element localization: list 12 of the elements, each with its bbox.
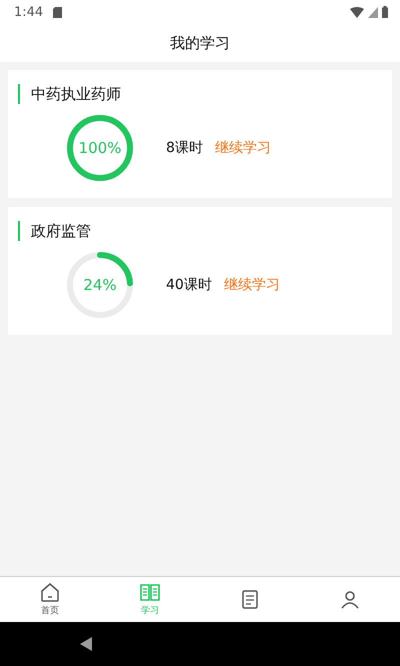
nav-tab[interactable]: 学习 — [100, 577, 200, 622]
nav-tab[interactable]: 首页 — [0, 577, 100, 622]
course-hours: 8课时 — [166, 139, 203, 157]
progress-percent: 100% — [78, 139, 122, 157]
continue-link[interactable]: 继续学习 — [224, 276, 280, 294]
progress-percent: 24% — [83, 276, 117, 294]
status-time: 1:44 — [14, 4, 44, 20]
course-title: 政府监管 — [18, 221, 382, 241]
course-title: 中药执业药师 — [18, 84, 382, 104]
page-title: 我的学习 — [170, 34, 230, 52]
continue-link[interactable]: 继续学习 — [214, 139, 271, 157]
course-hours: 40课时 — [166, 276, 212, 294]
